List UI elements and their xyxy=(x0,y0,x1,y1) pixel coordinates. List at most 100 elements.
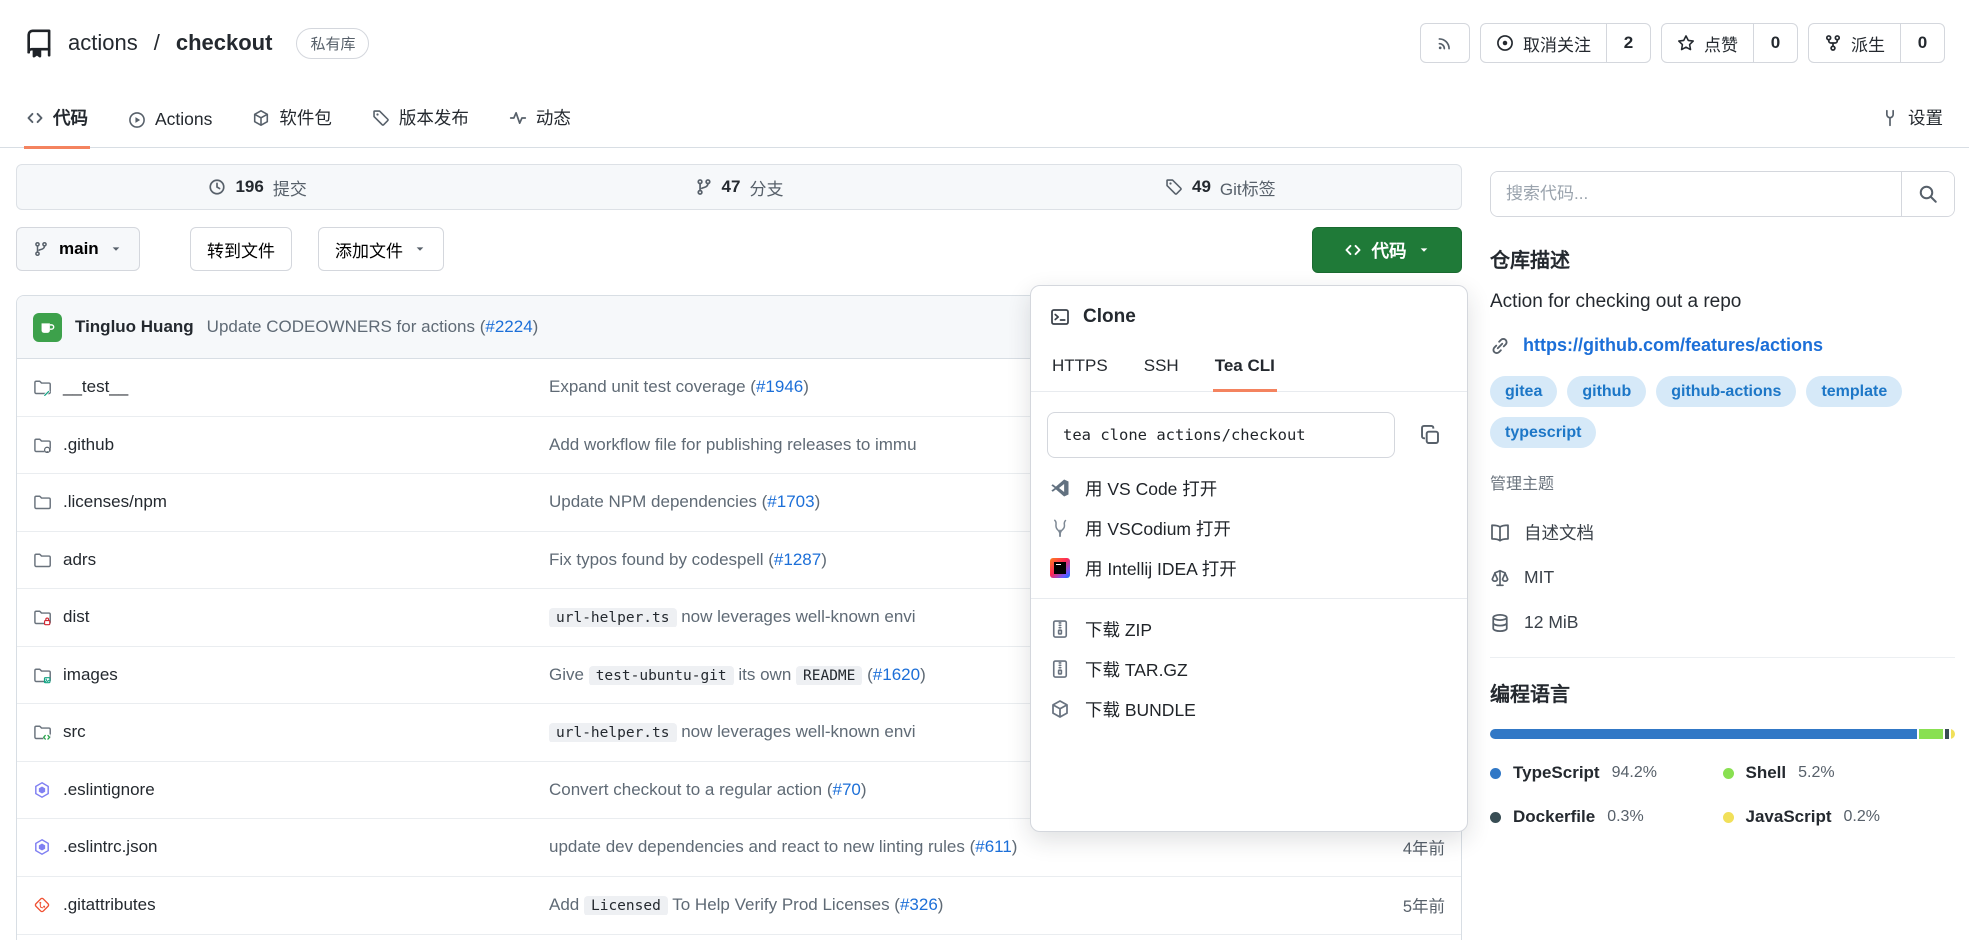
watch-button-group: 取消关注2 xyxy=(1480,23,1651,63)
clone-command-input[interactable] xyxy=(1047,412,1395,458)
clone-tab-tea-cli[interactable]: Tea CLI xyxy=(1213,344,1277,392)
language-typescript[interactable]: TypeScript94.2% xyxy=(1490,763,1723,783)
download-item[interactable]: 下载 BUNDLE xyxy=(1047,689,1451,729)
topic-typescript[interactable]: typescript xyxy=(1490,417,1596,448)
rss-button[interactable] xyxy=(1420,23,1470,63)
language-name: Shell xyxy=(1746,763,1787,783)
social-buttons: 取消关注2点赞0派生0 xyxy=(1480,23,1945,63)
languages-title: 编程语言 xyxy=(1490,678,1955,707)
message-text: ) xyxy=(821,550,827,569)
message-text: Give xyxy=(549,665,589,684)
message-text: ) xyxy=(803,377,809,396)
repo-owner-link[interactable]: actions xyxy=(68,30,138,56)
commit-message[interactable]: Update CODEOWNERS for actions (#2224) xyxy=(207,317,539,337)
file-name[interactable]: adrs xyxy=(63,550,96,570)
download-item[interactable]: 下载 TAR.GZ xyxy=(1047,649,1451,689)
stat-tags[interactable]: 49Git标签 xyxy=(980,165,1461,209)
issue-link[interactable]: #2224 xyxy=(485,317,532,336)
download-item[interactable]: 下载 ZIP xyxy=(1047,609,1451,649)
add-file-button[interactable]: 添加文件 xyxy=(318,227,444,271)
zip-icon xyxy=(1050,659,1070,679)
file-name[interactable]: .gitattributes xyxy=(63,895,156,915)
language-dot xyxy=(1723,768,1734,779)
tab-activity[interactable]: 动态 xyxy=(507,105,573,149)
eye-icon xyxy=(1496,34,1514,52)
message-text: ) xyxy=(1012,837,1018,856)
open-with-label: 用 Intellij IDEA 打开 xyxy=(1085,556,1237,581)
meta-mit[interactable]: MIT xyxy=(1490,555,1955,600)
search-input[interactable] xyxy=(1491,172,1901,216)
language-percent: 0.2% xyxy=(1844,808,1880,826)
stat-tags-label: Git标签 xyxy=(1220,175,1276,200)
cube-icon xyxy=(1050,699,1070,719)
tab-releases[interactable]: 版本发布 xyxy=(370,105,471,149)
message-text: ) xyxy=(815,492,821,511)
fork-button[interactable]: 派生 xyxy=(1809,24,1900,62)
file-name[interactable]: .eslintignore xyxy=(63,780,155,800)
clone-tab-ssh[interactable]: SSH xyxy=(1142,344,1181,392)
tab-code[interactable]: 代码 xyxy=(24,105,90,149)
file-name[interactable]: .github xyxy=(63,435,114,455)
open-with-item[interactable]: 用 VSCodium 打开 xyxy=(1047,508,1451,548)
language-dockerfile[interactable]: Dockerfile0.3% xyxy=(1490,807,1723,827)
issue-link[interactable]: #1287 xyxy=(774,550,821,569)
search-icon xyxy=(1918,184,1938,204)
tab-settings[interactable]: 设置 xyxy=(1879,105,1945,149)
watch-button[interactable]: 取消关注 xyxy=(1481,24,1606,62)
repo-name-link[interactable]: checkout xyxy=(176,30,273,56)
stat-branches-value: 47 xyxy=(722,177,741,197)
branch-selector[interactable]: main xyxy=(16,227,140,271)
vscodium-icon xyxy=(1050,518,1070,538)
code-download-button[interactable]: 代码 xyxy=(1312,227,1462,273)
file-name[interactable]: __test__ xyxy=(63,377,128,397)
topic-github[interactable]: github xyxy=(1567,376,1646,407)
tab-packages-label: 软件包 xyxy=(279,105,332,130)
avatar[interactable] xyxy=(33,313,62,342)
language-shell[interactable]: Shell5.2% xyxy=(1723,763,1956,783)
issue-link[interactable]: #1620 xyxy=(873,665,920,684)
file-name-cell: dist xyxy=(17,607,549,627)
chevron-down-icon xyxy=(109,242,123,256)
search-button[interactable] xyxy=(1901,172,1954,216)
visibility-badge: 私有库 xyxy=(296,28,369,59)
file-name-cell: adrs xyxy=(17,550,549,570)
message-text: Update CODEOWNERS for actions ( xyxy=(207,317,486,336)
watch-count[interactable]: 2 xyxy=(1606,24,1650,62)
branch-icon xyxy=(695,178,713,196)
goto-file-button[interactable]: 转到文件 xyxy=(190,227,292,271)
topic-template[interactable]: template xyxy=(1806,376,1902,407)
issue-link[interactable]: #1703 xyxy=(767,492,814,511)
language-name: TypeScript xyxy=(1513,763,1600,783)
file-name[interactable]: .eslintrc.json xyxy=(63,837,157,857)
file-name[interactable]: src xyxy=(63,722,86,742)
topic-gitea[interactable]: gitea xyxy=(1490,376,1557,407)
tab-packages[interactable]: 软件包 xyxy=(250,105,334,149)
fork-icon xyxy=(1824,34,1842,52)
file-name[interactable]: .licenses/npm xyxy=(63,492,167,512)
file-name[interactable]: images xyxy=(63,665,118,685)
clone-tab-https[interactable]: HTTPS xyxy=(1050,344,1110,392)
topic-github-actions[interactable]: github-actions xyxy=(1656,376,1796,407)
language-javascript[interactable]: JavaScript0.2% xyxy=(1723,807,1956,827)
stat-commits[interactable]: 196提交 xyxy=(17,165,498,209)
issue-link[interactable]: #70 xyxy=(832,780,860,799)
website-link[interactable]: https://github.com/features/actions xyxy=(1523,335,1823,356)
clone-header: Clone xyxy=(1047,306,1451,328)
open-with-item[interactable]: 用 Intellij IDEA 打开 xyxy=(1047,548,1451,588)
issue-link[interactable]: #1946 xyxy=(756,377,803,396)
open-with-item[interactable]: 用 VS Code 打开 xyxy=(1047,468,1451,508)
copy-button[interactable] xyxy=(1413,418,1447,452)
tab-actions[interactable]: Actions xyxy=(126,109,214,149)
star-button[interactable]: 点赞 xyxy=(1662,24,1753,62)
commit-author[interactable]: Tingluo Huang xyxy=(75,317,194,337)
fork-count[interactable]: 0 xyxy=(1900,24,1944,62)
manage-topics-link[interactable]: 管理主题 xyxy=(1490,470,1955,494)
star-count[interactable]: 0 xyxy=(1753,24,1797,62)
repo-description: Action for checking out a repo xyxy=(1490,291,1955,313)
meta-12-mib[interactable]: 12 MiB xyxy=(1490,600,1955,645)
issue-link[interactable]: #611 xyxy=(975,837,1012,856)
meta-自述文档[interactable]: 自述文档 xyxy=(1490,510,1955,555)
file-name[interactable]: dist xyxy=(63,607,89,627)
issue-link[interactable]: #326 xyxy=(900,895,938,914)
stat-branches[interactable]: 47分支 xyxy=(498,165,979,209)
